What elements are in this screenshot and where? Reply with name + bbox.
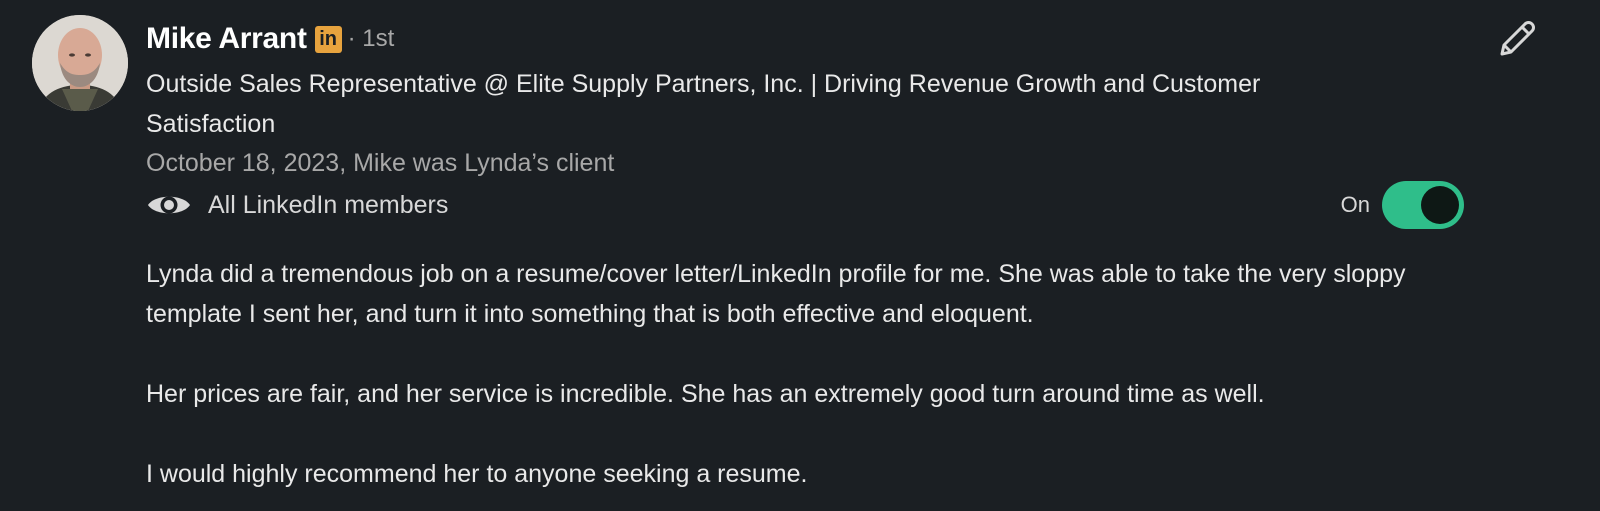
toggle-label: On bbox=[1340, 192, 1370, 217]
recommendation-content: Mike Arrant in · 1st Outside Sales Repre… bbox=[146, 18, 1506, 511]
edit-pencil-icon[interactable] bbox=[1494, 16, 1540, 62]
recommendation-card: Mike Arrant in · 1st Outside Sales Repre… bbox=[0, 0, 1600, 511]
author-name-row: Mike Arrant in · 1st bbox=[146, 18, 1506, 60]
connection-degree: · 1st bbox=[347, 25, 395, 52]
eye-icon bbox=[146, 190, 192, 220]
author-name[interactable]: Mike Arrant bbox=[146, 22, 307, 56]
author-headline: Outside Sales Representative @ Elite Sup… bbox=[146, 70, 1261, 138]
recommendation-paragraph: Her prices are fair, and her service is … bbox=[146, 380, 1265, 408]
recommendation-paragraph: I would highly recommend her to anyone s… bbox=[146, 460, 808, 488]
visibility-toggle-group: On bbox=[1341, 180, 1464, 230]
visibility-toggle[interactable] bbox=[1382, 181, 1464, 229]
toggle-knob bbox=[1421, 186, 1459, 224]
linkedin-badge-icon: in bbox=[314, 25, 342, 53]
avatar[interactable] bbox=[32, 15, 128, 111]
recommendation-date-relationship: October 18, 2023, Mike was Lynda’s clien… bbox=[146, 149, 615, 177]
visibility-label: All LinkedIn members bbox=[208, 190, 449, 219]
recommendation-text: Lynda did a tremendous job on a resume/c… bbox=[146, 254, 1506, 494]
visibility-row: All LinkedIn members On bbox=[146, 180, 1506, 230]
recommendation-paragraph: Lynda did a tremendous job on a resume/c… bbox=[146, 260, 1406, 328]
